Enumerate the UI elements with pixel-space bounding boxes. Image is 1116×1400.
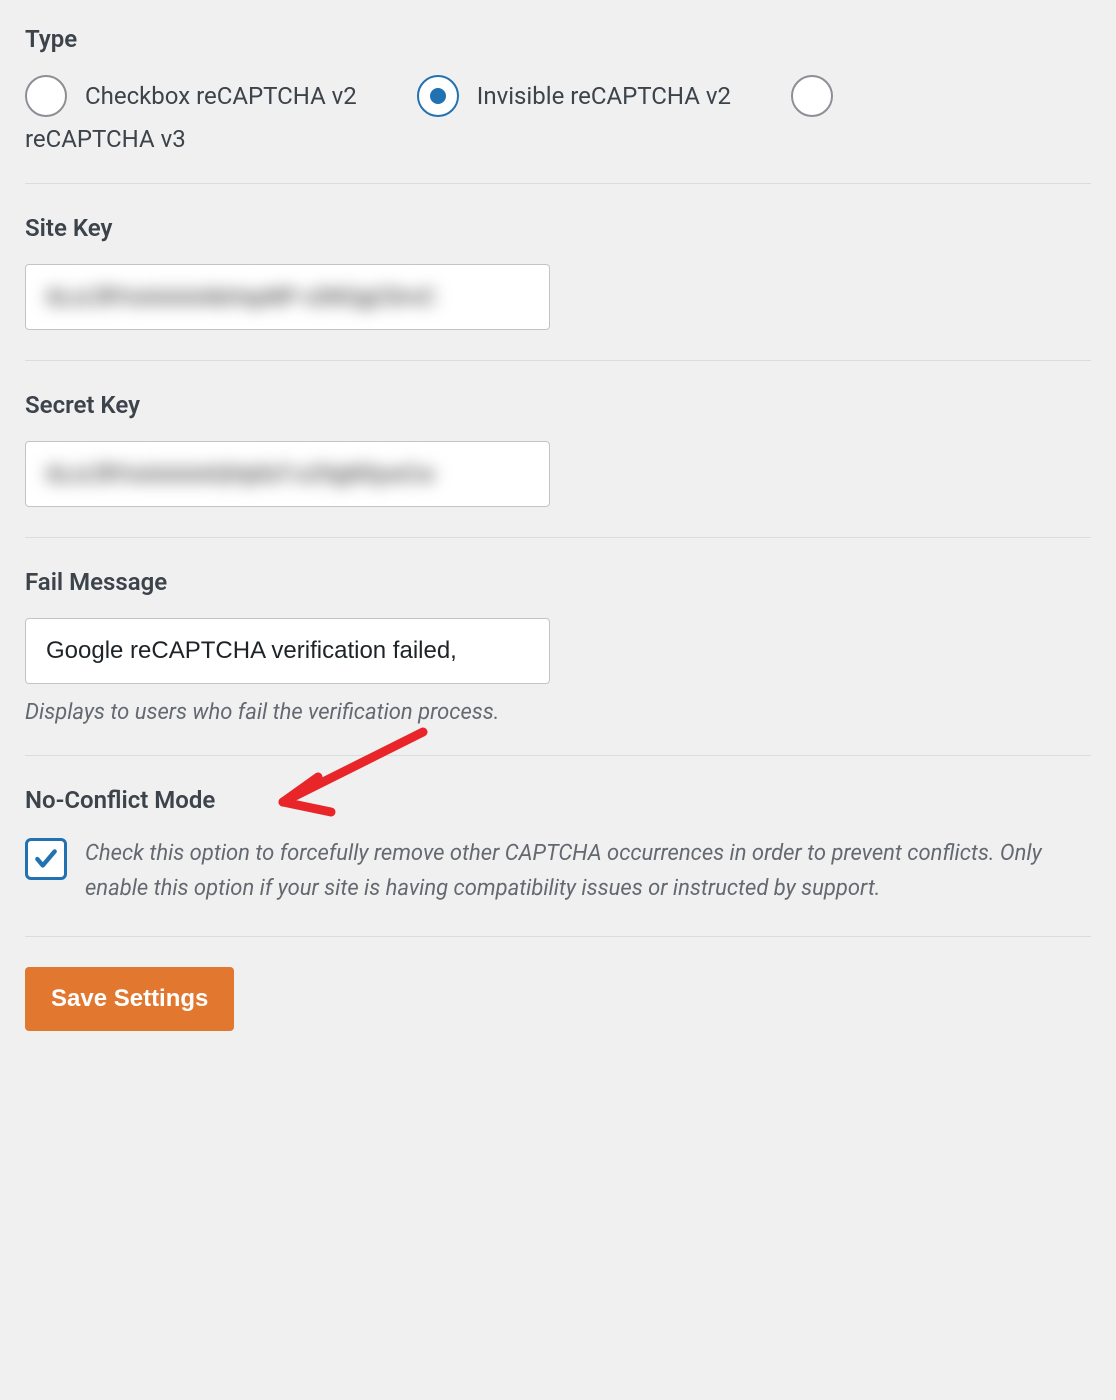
- fail-message-helper: Displays to users who fail the verificat…: [25, 700, 1091, 725]
- radio-dot-icon: [430, 88, 446, 104]
- site-key-label: Site Key: [25, 214, 1091, 242]
- secret-key-input[interactable]: 6LcLf8YsAAAAAQHpfaT-o29gN5ywCw: [25, 441, 550, 507]
- radio-label: Invisible reCAPTCHA v2: [477, 82, 731, 110]
- no-conflict-section: No-Conflict Mode Check this option to fo…: [25, 786, 1091, 937]
- save-settings-button[interactable]: Save Settings: [25, 967, 234, 1031]
- type-section: Type Checkbox reCAPTCHA v2 Invisible reC…: [25, 25, 1091, 184]
- radio-icon: [791, 75, 833, 117]
- radio-option-invisible-v2[interactable]: Invisible reCAPTCHA v2: [417, 75, 731, 117]
- no-conflict-label: No-Conflict Mode: [25, 786, 215, 814]
- fail-message-label: Fail Message: [25, 568, 1091, 596]
- no-conflict-checkbox-row: Check this option to forcefully remove o…: [25, 836, 1091, 906]
- type-label: Type: [25, 25, 1091, 53]
- radio-option-v3[interactable]: [791, 75, 851, 117]
- radio-icon-selected: [417, 75, 459, 117]
- secret-key-label: Secret Key: [25, 391, 1091, 419]
- radio-label-v3: reCAPTCHA v3: [25, 125, 1091, 153]
- no-conflict-description: Check this option to forcefully remove o…: [85, 836, 1091, 906]
- site-key-value: 6LcLf8YsAAAAAbHxpNP-cDKQgCDrvC: [46, 283, 435, 311]
- site-key-input[interactable]: 6LcLf8YsAAAAAbHxpNP-cDKQgCDrvC: [25, 264, 550, 330]
- site-key-section: Site Key 6LcLf8YsAAAAAbHxpNP-cDKQgCDrvC: [25, 214, 1091, 361]
- type-radio-group: Checkbox reCAPTCHA v2 Invisible reCAPTCH…: [25, 75, 1091, 153]
- no-conflict-checkbox[interactable]: [25, 838, 67, 880]
- fail-message-input[interactable]: [25, 618, 550, 684]
- secret-key-value: 6LcLf8YsAAAAAQHpfaT-o29gN5ywCw: [46, 460, 434, 488]
- radio-label: Checkbox reCAPTCHA v2: [85, 82, 357, 110]
- checkmark-icon: [33, 846, 59, 872]
- radio-icon: [25, 75, 67, 117]
- secret-key-section: Secret Key 6LcLf8YsAAAAAQHpfaT-o29gN5ywC…: [25, 391, 1091, 538]
- radio-option-checkbox-v2[interactable]: Checkbox reCAPTCHA v2: [25, 75, 357, 117]
- fail-message-section: Fail Message Displays to users who fail …: [25, 568, 1091, 756]
